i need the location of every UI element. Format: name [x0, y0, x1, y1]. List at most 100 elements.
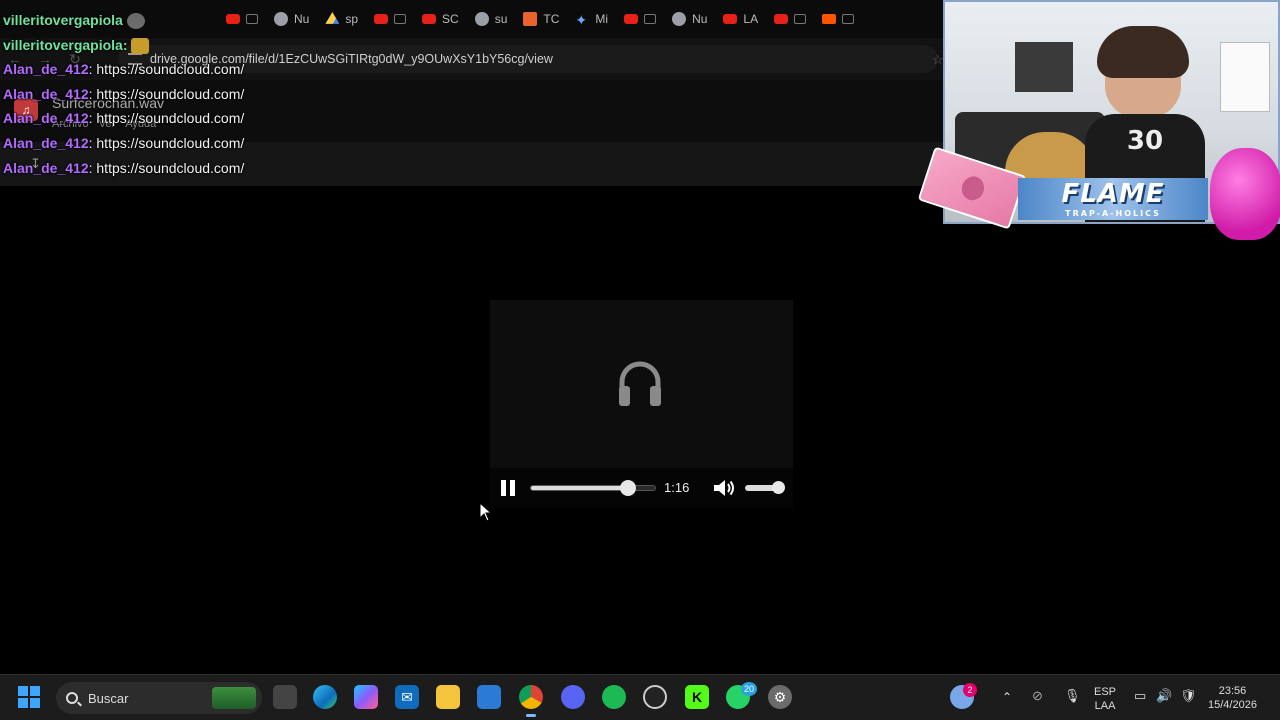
- chat-message: : https://soundcloud.com/: [88, 134, 245, 151]
- weather-badge: 2: [963, 683, 977, 697]
- current-time: 1:16: [664, 480, 690, 495]
- whatsapp-badge: 20: [741, 682, 757, 696]
- browser-tab[interactable]: TC: [515, 4, 567, 34]
- taskbar-search[interactable]: Buscar: [56, 682, 262, 714]
- browser-tab[interactable]: Nu: [266, 4, 317, 34]
- tab-label: TC: [543, 12, 560, 26]
- tab-preview-icon: [644, 14, 657, 24]
- search-placeholder: Buscar: [88, 690, 129, 706]
- volume-handle[interactable]: [772, 481, 785, 494]
- chat-username: Alan_de_412: [3, 134, 89, 151]
- chat-line: Alan_de_412: https://soundcloud.com/: [3, 82, 244, 107]
- active-app-indicator: [526, 714, 536, 717]
- pause-button[interactable]: [500, 480, 516, 496]
- seek-progress: [531, 486, 628, 490]
- security-icon[interactable]: 🛡: [1180, 689, 1197, 703]
- tab-label: sp: [345, 12, 359, 26]
- chat-username: Alan_de_412: [3, 85, 89, 102]
- settings-gear-icon[interactable]: ⚙: [768, 685, 792, 709]
- store-icon[interactable]: [477, 685, 501, 709]
- chat-username: Alan_de_412: [3, 61, 89, 78]
- fridge: [1220, 42, 1270, 112]
- buddha-sticker: [1210, 148, 1280, 240]
- start-button[interactable]: [18, 686, 40, 708]
- browser-tab[interactable]: SC: [414, 4, 467, 34]
- task-view-icon[interactable]: [273, 685, 297, 709]
- chrome-icon: [274, 12, 288, 26]
- tab-preview-icon: [794, 14, 807, 24]
- chat-line: Alan_de_412: https://soundcloud.com/: [3, 106, 244, 131]
- tab-preview-icon: [394, 14, 407, 24]
- chrome-icon[interactable]: [519, 685, 543, 709]
- wall-poster: [1015, 42, 1073, 92]
- drive-icon: [325, 12, 340, 24]
- tab-label: Nu: [692, 12, 708, 26]
- outlook-icon[interactable]: ✉: [395, 685, 419, 709]
- emote-icon: [131, 37, 150, 54]
- youtube-icon: [422, 14, 437, 24]
- browser-tab[interactable]: [366, 4, 414, 34]
- spotify-icon[interactable]: [602, 685, 626, 709]
- chat-message: : https://soundcloud.com/: [88, 85, 245, 102]
- microphone-icon[interactable]: 🎙: [1064, 689, 1081, 703]
- t-icon: [523, 12, 538, 26]
- chat-username: villeritovergapiola:: [3, 36, 128, 53]
- chat-username: villeritovergapiola: [3, 12, 123, 28]
- copilot-icon[interactable]: [354, 685, 378, 709]
- tab-label: LA: [743, 12, 759, 26]
- chat-username: Alan_de_412: [3, 159, 89, 176]
- browser-tab[interactable]: sp: [317, 4, 366, 34]
- tab-preview-icon: [246, 14, 258, 24]
- shirt-print: 30: [1126, 126, 1164, 156]
- google-icon: [474, 12, 489, 26]
- language-indicator[interactable]: ESP LAA: [1094, 685, 1116, 713]
- chat-message: : https://soundcloud.com/: [88, 159, 245, 176]
- browser-tab[interactable]: ✦ Mi: [567, 4, 616, 34]
- banner-subtitle: TRAP-A-HOLICS: [1065, 209, 1161, 218]
- clock-date: 15/4/2026: [1208, 699, 1257, 711]
- chrome-icon: [672, 12, 687, 26]
- youtube-icon: [774, 14, 789, 24]
- browser-tab[interactable]: [814, 4, 862, 34]
- soundcloud-icon: [822, 14, 837, 24]
- chat-message: : https://soundcloud.com/: [88, 61, 245, 78]
- tab-label: SC: [442, 12, 459, 26]
- stream-chat-overlay: villeritovergapiola villeritovergapiola:…: [3, 8, 244, 180]
- streamer: 30: [1085, 26, 1205, 222]
- file-explorer-icon[interactable]: [436, 685, 460, 709]
- network-off-icon[interactable]: ⊘: [1032, 689, 1043, 703]
- obs-icon[interactable]: [643, 685, 667, 709]
- chat-line: villeritovergapiola:: [3, 33, 244, 58]
- clock-time: 23:56: [1218, 685, 1247, 697]
- search-icon: [66, 692, 78, 704]
- clock[interactable]: 23:56 15/4/2026: [1208, 684, 1257, 712]
- seek-bar[interactable]: [530, 485, 656, 491]
- browser-tab[interactable]: su: [467, 4, 516, 34]
- search-highlight-image: [212, 687, 256, 709]
- chat-line: villeritovergapiola: [3, 8, 244, 33]
- chevron-up-icon[interactable]: ⌃: [1002, 690, 1012, 704]
- edge-icon[interactable]: [313, 685, 337, 709]
- browser-tab[interactable]: LA: [715, 4, 766, 34]
- emote-icon: [126, 13, 145, 30]
- speaker-icon[interactable]: 🔊: [1156, 689, 1172, 703]
- hair: [1097, 26, 1189, 78]
- chat-username: Alan_de_412: [3, 110, 89, 127]
- browser-tab[interactable]: Nu: [664, 4, 715, 34]
- kick-icon[interactable]: K: [685, 685, 709, 709]
- browser-tab[interactable]: [766, 4, 814, 34]
- browser-tab[interactable]: [616, 4, 664, 34]
- headphones-icon: [619, 361, 661, 406]
- tab-label: su: [494, 12, 508, 26]
- tab-label: Nu: [294, 12, 310, 26]
- volume-icon[interactable]: [713, 479, 735, 497]
- chat-message: : https://soundcloud.com/: [88, 110, 245, 127]
- discord-icon[interactable]: [561, 685, 585, 709]
- bookmark-star-icon[interactable]: ☆: [932, 52, 944, 68]
- youtube-icon: [374, 14, 389, 24]
- gemini-icon: ✦: [575, 12, 588, 28]
- chat-line: Alan_de_412: https://soundcloud.com/: [3, 131, 244, 156]
- tab-label: Mi: [595, 12, 609, 26]
- youtube-icon: [723, 14, 738, 24]
- display-icon[interactable]: ▭: [1134, 689, 1146, 703]
